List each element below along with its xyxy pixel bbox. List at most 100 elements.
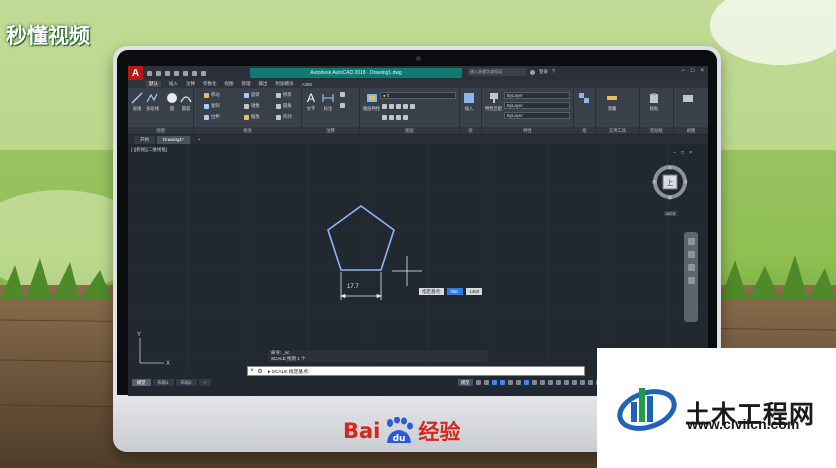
scale-tool[interactable]: 缩放 <box>244 114 260 120</box>
leader-tool[interactable] <box>340 92 345 97</box>
drawing-canvas[interactable]: Y X <box>128 144 708 370</box>
showmotion-icon[interactable] <box>687 277 695 284</box>
save-as-icon[interactable] <box>174 70 179 76</box>
new-tab-button[interactable]: + <box>192 136 207 144</box>
coordinate-y-input[interactable]: 1450 <box>466 288 483 295</box>
tab-default[interactable]: 默认 <box>146 81 161 87</box>
zoom-icon[interactable] <box>687 251 695 258</box>
wcs-menu[interactable]: WCS <box>664 211 678 216</box>
layer-properties-button[interactable]: 图层特性 <box>363 92 380 112</box>
layer-tool-icon[interactable] <box>389 115 394 120</box>
tab-parametric[interactable]: 参数化 <box>203 81 217 87</box>
navigation-bar[interactable] <box>684 232 698 322</box>
quick-properties-icon[interactable] <box>587 380 593 385</box>
annotation-scale-icon[interactable] <box>555 380 561 385</box>
view-button[interactable] <box>682 92 694 104</box>
workspace-icon[interactable] <box>563 380 569 385</box>
undo-icon[interactable] <box>192 70 197 76</box>
insert-block-button[interactable]: 插入 <box>463 92 475 112</box>
lineweight-dropdown[interactable]: ByLayer <box>504 112 570 119</box>
layer-tool-icon[interactable] <box>382 104 387 109</box>
open-file-icon[interactable] <box>156 70 161 76</box>
paste-button[interactable]: 粘贴 <box>648 92 660 112</box>
layer-tool-icon[interactable] <box>403 115 408 120</box>
layer-tool-icon[interactable] <box>396 115 401 120</box>
copy-tool[interactable]: 复制 <box>204 103 220 109</box>
object-snap-icon[interactable] <box>523 380 529 385</box>
line-button[interactable]: 直线 <box>131 92 143 112</box>
tab-drawing1[interactable]: Drawing1* <box>157 136 190 144</box>
units-icon[interactable] <box>579 380 585 385</box>
move-tool[interactable]: 移动 <box>204 92 220 98</box>
viewport-controls-label[interactable]: [-][俯视][二维线框] <box>131 147 167 153</box>
layer-tool-icon[interactable] <box>403 104 408 109</box>
restore-icon[interactable]: − <box>673 150 676 156</box>
object-snap-tracking-icon[interactable] <box>515 380 521 385</box>
layer-tool-icon[interactable] <box>389 104 394 109</box>
lineweight-icon[interactable] <box>531 380 537 385</box>
linetype-dropdown[interactable]: ByLayer <box>504 102 570 109</box>
tab-output[interactable]: 输出 <box>259 81 268 87</box>
annotation-monitor-icon[interactable] <box>571 380 577 385</box>
measure-button[interactable]: 测量 <box>606 92 618 112</box>
tab-view[interactable]: 视图 <box>225 81 234 87</box>
fillet-tool[interactable]: 圆角 <box>276 103 292 109</box>
snap-icon[interactable] <box>483 380 489 385</box>
close-button[interactable]: × <box>700 68 704 74</box>
transparency-icon[interactable] <box>539 380 545 385</box>
maximize-button[interactable]: □ <box>691 68 695 74</box>
search-input[interactable]: 键入关键字或短语 <box>468 68 526 76</box>
stretch-tool[interactable]: 拉伸 <box>204 114 220 120</box>
customize-command-icon[interactable]: ⚙ <box>256 367 264 375</box>
trim-tool[interactable]: 修剪 <box>276 92 292 98</box>
minimize-button[interactable]: − <box>681 68 685 74</box>
color-dropdown[interactable]: ByLayer <box>504 92 570 99</box>
pentagon-shape[interactable] <box>327 205 395 271</box>
command-input[interactable]: ▸ SCALE 指定基点: <box>268 368 309 375</box>
layer-tool-icon[interactable] <box>410 104 415 109</box>
polyline-button[interactable]: 多段线 <box>146 92 159 112</box>
print-icon[interactable] <box>183 70 188 76</box>
login-link[interactable]: 登录 <box>539 69 548 75</box>
add-layout-button[interactable]: + <box>198 379 212 386</box>
dimension-button[interactable]: 标注 <box>322 92 334 112</box>
close-command-line-icon[interactable]: × <box>248 367 256 375</box>
mirror-tool[interactable]: 镜像 <box>244 103 260 109</box>
user-icon[interactable] <box>530 69 535 75</box>
new-file-icon[interactable] <box>147 70 152 76</box>
tab-model[interactable]: 模型 <box>132 379 151 386</box>
tab-layout1[interactable]: 布局1 <box>152 379 174 386</box>
selection-cycling-icon[interactable] <box>547 380 553 385</box>
layer-tool-icon[interactable] <box>382 115 387 120</box>
tab-layout2[interactable]: 布局2 <box>175 379 197 386</box>
table-tool[interactable] <box>340 103 345 108</box>
pan-icon[interactable] <box>687 238 695 245</box>
tab-addins[interactable]: 附加模块 <box>276 81 294 87</box>
orbit-icon[interactable] <box>687 264 695 271</box>
app-menu-button[interactable]: A <box>128 66 143 80</box>
rotate-tool[interactable]: 旋转 <box>244 92 260 98</box>
redo-icon[interactable] <box>201 70 206 76</box>
save-icon[interactable] <box>165 70 170 76</box>
group-button[interactable] <box>578 92 590 104</box>
layer-dropdown[interactable]: ● 0 <box>380 92 456 99</box>
polar-icon[interactable] <box>499 380 505 385</box>
circle-button[interactable]: 圆 <box>166 92 178 112</box>
tab-insert[interactable]: 插入 <box>169 81 178 87</box>
viewcube[interactable]: 上 北 南 东 西 <box>652 164 688 200</box>
array-tool[interactable]: 阵列 <box>276 114 292 120</box>
text-button[interactable]: A 文字 <box>305 92 317 112</box>
tab-a360[interactable]: A360 <box>302 82 313 87</box>
coordinate-x-input[interactable]: 350 <box>447 288 464 295</box>
model-space-button[interactable]: 模型 <box>458 379 473 386</box>
ortho-icon[interactable] <box>491 380 497 385</box>
grid-icon[interactable] <box>475 380 481 385</box>
tab-start[interactable]: 开始 <box>134 136 155 144</box>
close-drawing-icon[interactable]: × <box>689 150 692 156</box>
maximize-icon[interactable]: □ <box>681 150 684 156</box>
tab-annotate[interactable]: 注释 <box>186 81 195 87</box>
isodraft-icon[interactable] <box>507 380 513 385</box>
help-icon[interactable]: ? <box>552 69 555 75</box>
match-properties-button[interactable]: 特性匹配 <box>485 92 502 112</box>
layer-tool-icon[interactable] <box>396 104 401 109</box>
